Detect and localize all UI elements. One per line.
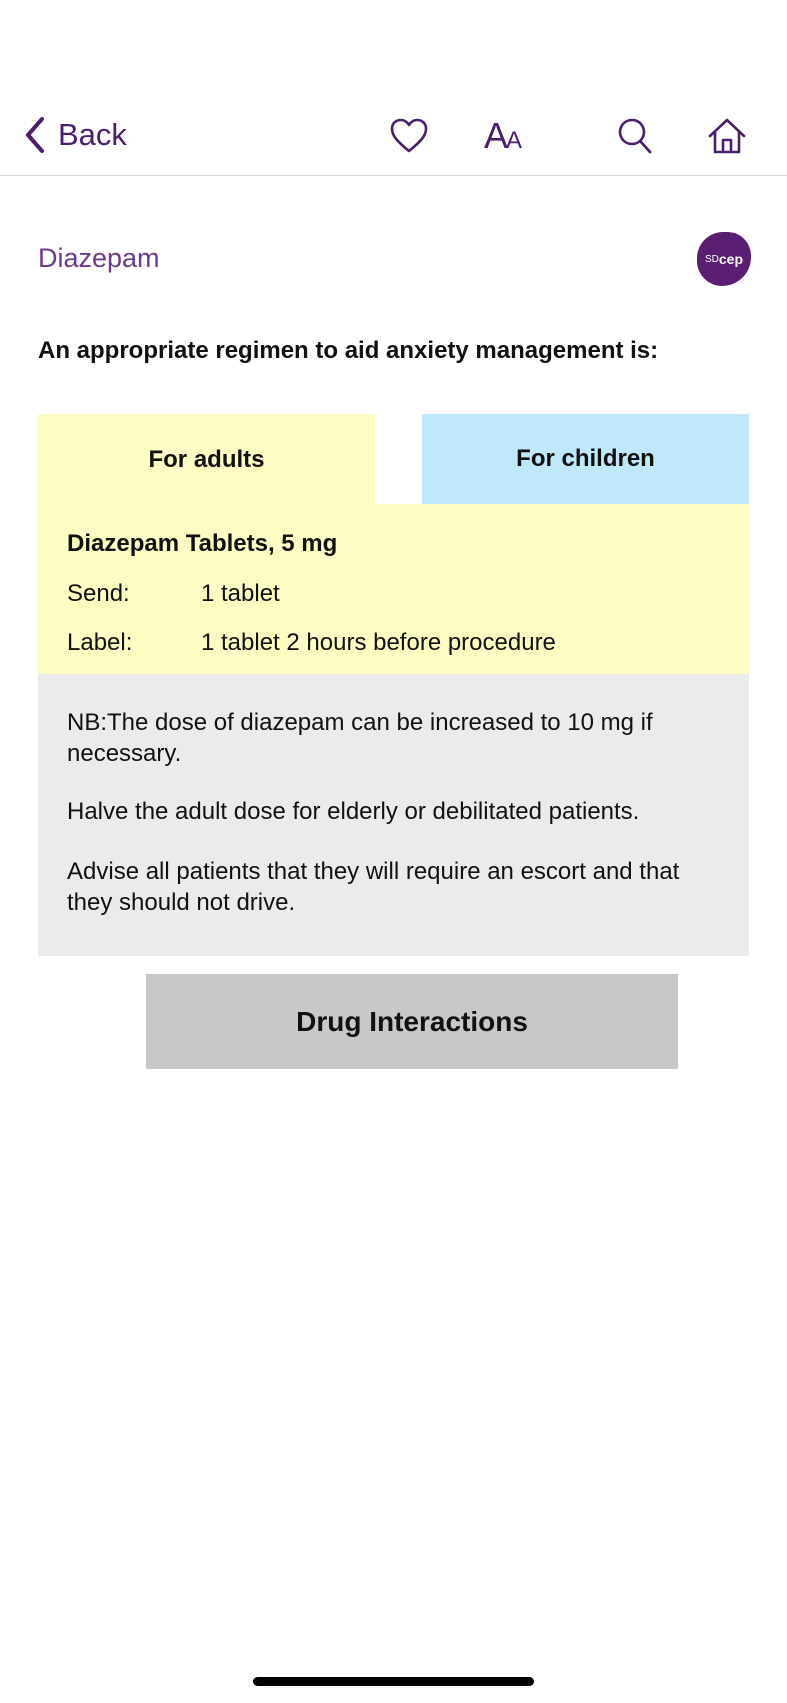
back-label: Back bbox=[58, 117, 127, 152]
sdcep-logo: SD cep bbox=[697, 232, 751, 286]
send-value: 1 tablet bbox=[201, 580, 280, 607]
tab-children[interactable]: For children bbox=[422, 414, 749, 504]
search-icon bbox=[618, 118, 652, 154]
home-indicator[interactable] bbox=[253, 1677, 534, 1686]
search-button[interactable] bbox=[612, 113, 658, 159]
regimen-drug-name: Diazepam Tablets, 5 mg bbox=[67, 530, 338, 557]
home-icon bbox=[708, 118, 746, 154]
chevron-left-icon bbox=[26, 117, 44, 153]
top-navigation-bar: Back AA bbox=[0, 95, 787, 176]
regimen-intro: An appropriate regimen to aid anxiety ma… bbox=[38, 337, 659, 364]
tab-adults[interactable]: For adults bbox=[38, 414, 375, 506]
back-button[interactable]: Back bbox=[22, 113, 127, 157]
drug-interactions-button[interactable]: Drug Interactions bbox=[146, 974, 678, 1069]
note-elderly-dose: Halve the adult dose for elderly or debi… bbox=[67, 798, 640, 825]
note-escort: Advise all patients that they will requi… bbox=[67, 858, 680, 916]
heart-icon bbox=[390, 118, 428, 153]
label-row: Label: 1 tablet 2 hours before procedure bbox=[67, 629, 556, 657]
send-row: Send: 1 tablet bbox=[67, 580, 280, 608]
send-key: Send: bbox=[67, 580, 130, 607]
note-dose-increase: NB:The dose of diazepam can be increased… bbox=[67, 709, 653, 767]
drug-title: Diazepam bbox=[38, 243, 160, 273]
regimen-panel: Diazepam Tablets, 5 mg Send: 1 tablet Lab… bbox=[38, 504, 749, 674]
label-value: 1 tablet 2 hours before procedure bbox=[201, 629, 556, 656]
home-button[interactable] bbox=[704, 113, 750, 159]
label-key: Label: bbox=[67, 629, 133, 656]
notes-panel: NB:The dose of diazepam can be increased… bbox=[38, 674, 749, 956]
favorite-button[interactable] bbox=[386, 113, 432, 159]
text-size-button[interactable]: AA bbox=[474, 113, 530, 159]
text-size-icon: AA bbox=[483, 115, 522, 156]
